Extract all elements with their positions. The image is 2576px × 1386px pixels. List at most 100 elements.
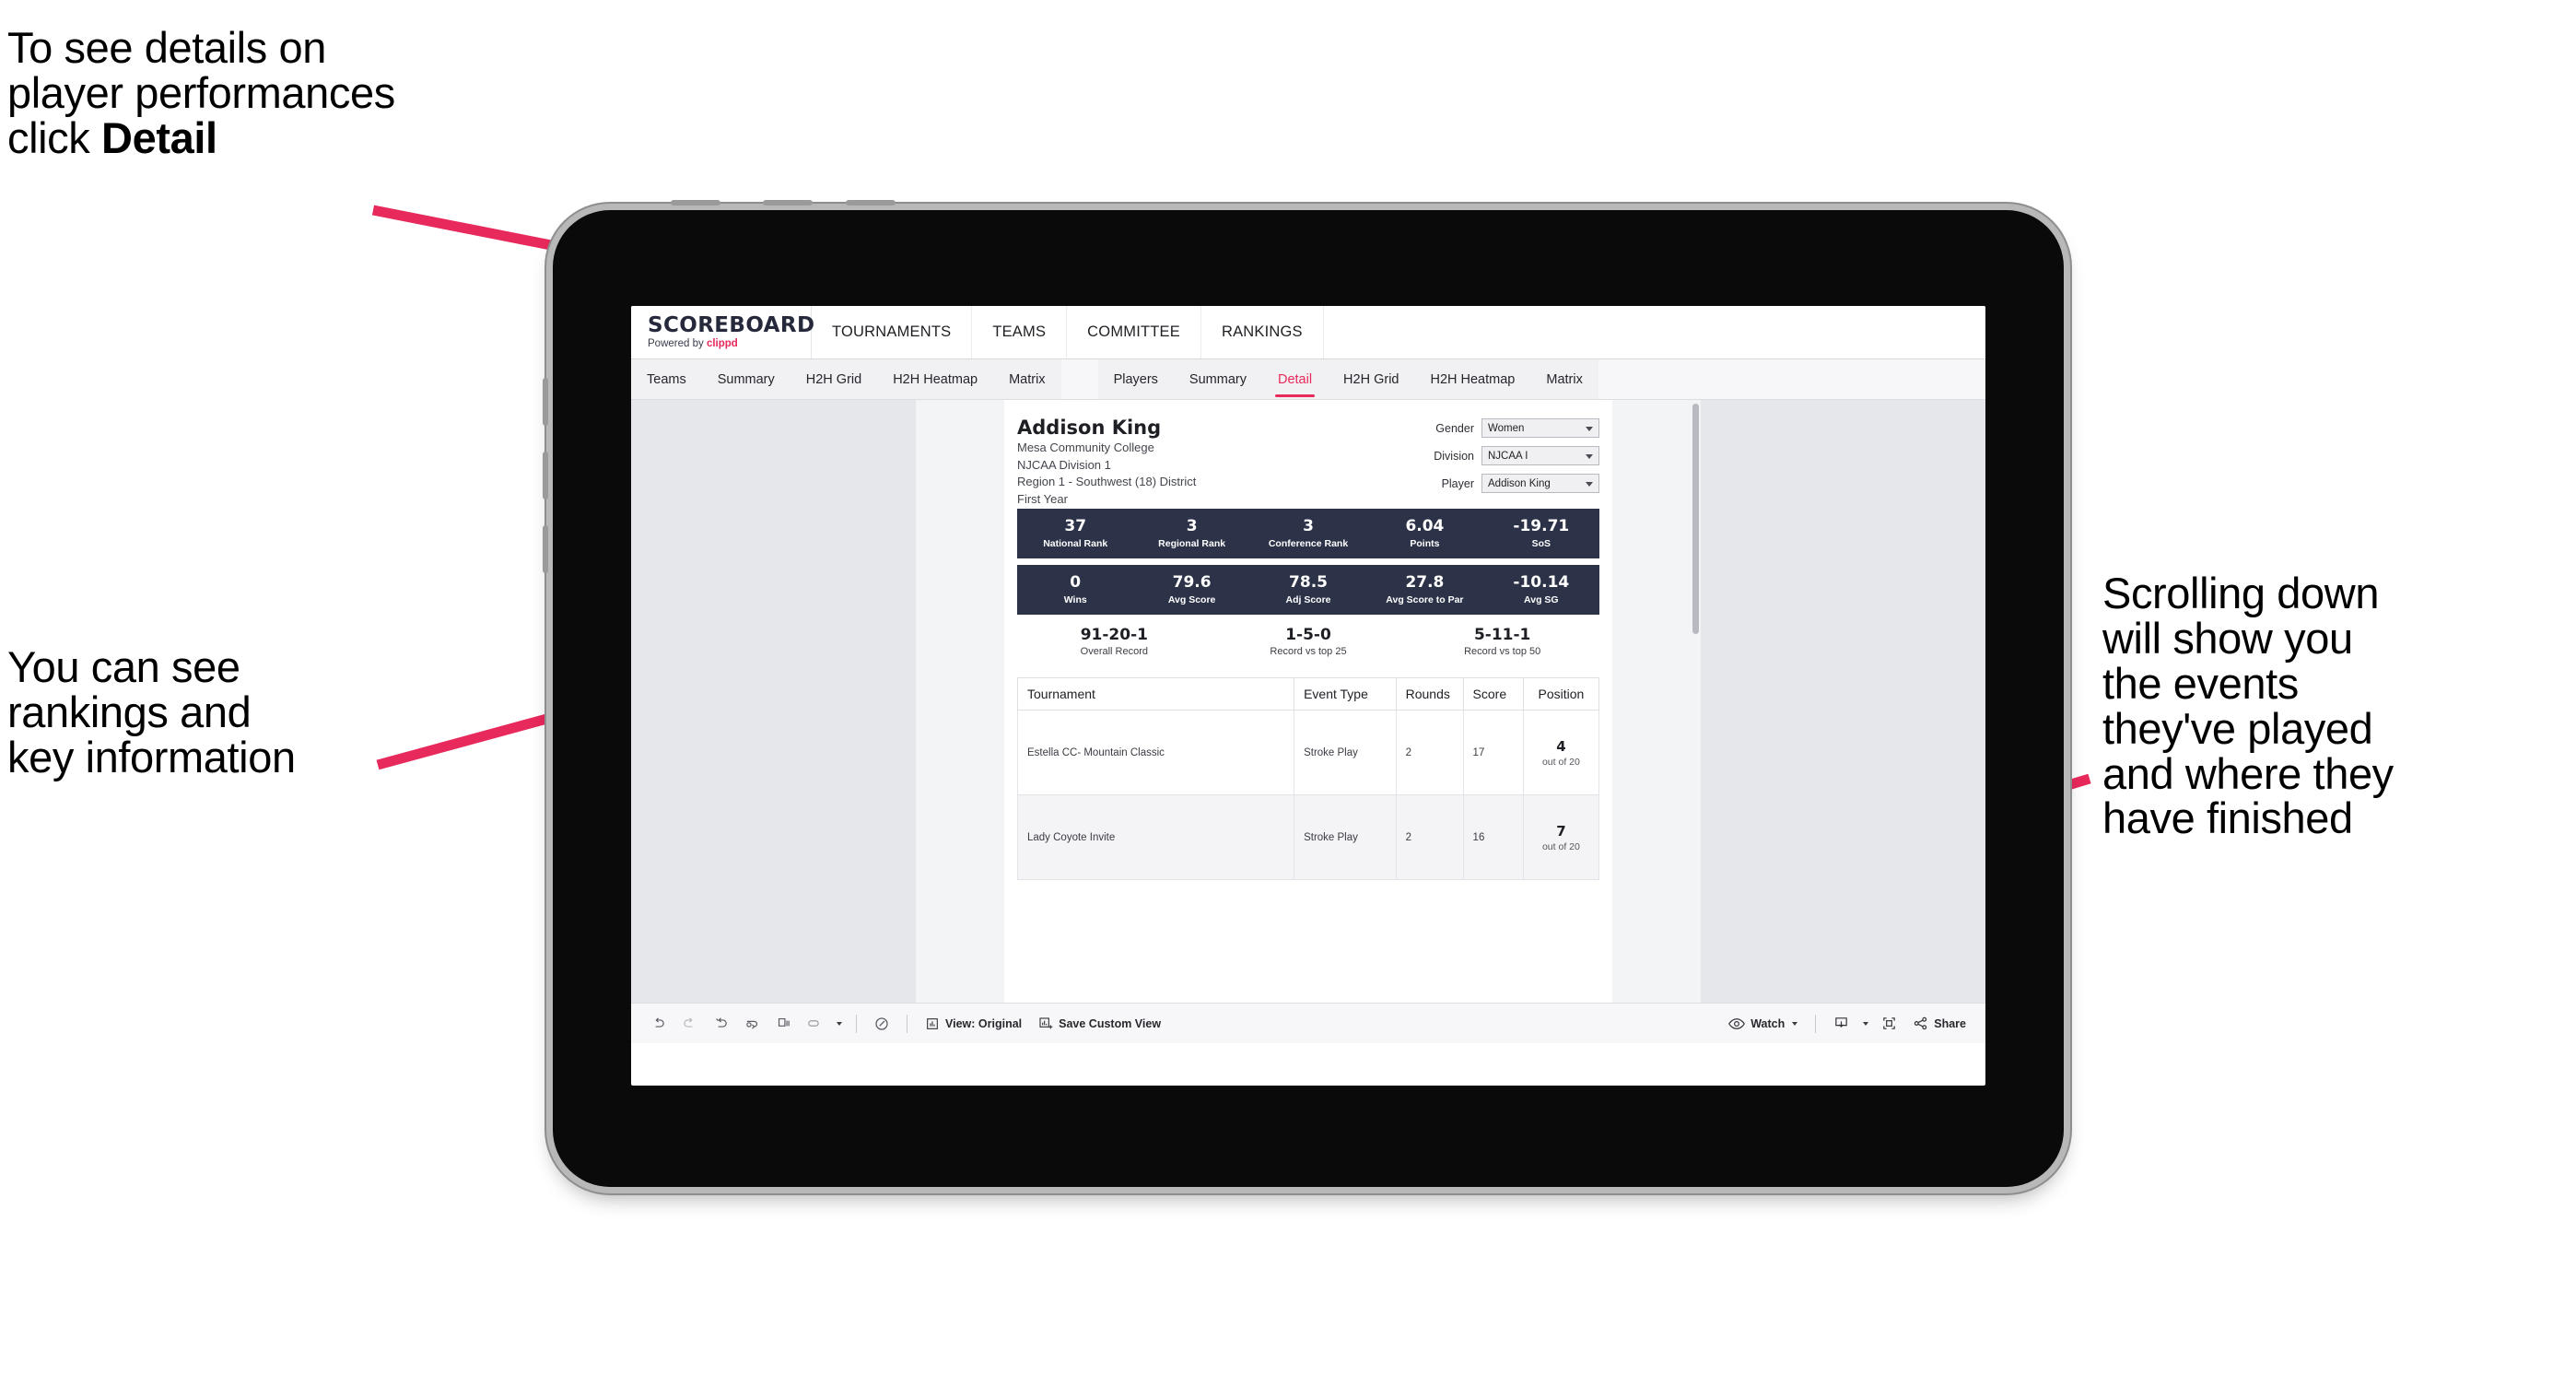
filter-gender-label: Gender (1435, 421, 1474, 435)
tab-teams-h2h-grid[interactable]: H2H Grid (790, 359, 877, 399)
table-header-row: Tournament Event Type Rounds Score Posit… (1016, 677, 1600, 711)
share-label: Share (1934, 1016, 1966, 1030)
stat-national-rank: 37 National Rank (1017, 518, 1133, 549)
view-original-button[interactable]: View: Original (917, 1010, 1030, 1038)
stats-bar-rankings: 37 National Rank 3 Regional Rank 3 Confe… (1017, 509, 1599, 559)
filter-division-value: NJCAA I (1488, 450, 1528, 462)
stat-label: Conference Rank (1268, 537, 1349, 549)
fullscreen-icon[interactable] (1873, 1010, 1904, 1038)
stat-label: Avg Score to Par (1386, 593, 1464, 605)
stat-value: 78.5 (1289, 573, 1328, 593)
stats-bar-scoring: 0 Wins 79.6 Avg Score 78.5 Adj Score 27.… (1017, 565, 1599, 616)
record-label: Record vs top 50 (1464, 646, 1541, 658)
top-navigation: TOURNAMENTS TEAMS COMMITTEE RANKINGS (812, 306, 1324, 358)
tab-teams-summary[interactable]: Summary (702, 359, 790, 399)
redo-icon[interactable] (673, 1010, 705, 1038)
annotation-mid-left: You can see rankings and key information (7, 642, 296, 781)
stat-conference-rank: 3 Conference Rank (1250, 518, 1366, 549)
revert-icon[interactable] (705, 1010, 736, 1038)
undo-icon[interactable] (642, 1010, 673, 1038)
download-icon[interactable] (1825, 1010, 1856, 1038)
watch-label: Watch (1751, 1016, 1786, 1030)
record-overall: 91-20-1 Overall Record (1017, 626, 1212, 657)
filter-division-label: Division (1434, 449, 1474, 463)
device-top-button (671, 200, 720, 206)
filter-panel: Gender Women Division NJCAA I Player Add… (1408, 417, 1599, 509)
tab-players-detail[interactable]: Detail (1262, 359, 1328, 399)
player-division: NJCAA Division 1 (1017, 457, 1111, 472)
tab-players-h2h-grid[interactable]: H2H Grid (1328, 359, 1414, 399)
table-header: Tournament Event Type Rounds Score Posit… (1016, 677, 1600, 711)
sub-navigation: Teams Summary H2H Grid H2H Heatmap Matri… (631, 359, 1985, 400)
position-number: 4 (1556, 737, 1566, 755)
tab-players-summary[interactable]: Summary (1174, 359, 1262, 399)
filter-division: Division NJCAA I (1408, 446, 1599, 465)
dashboard-canvas: Addison King Mesa Community College NJCA… (631, 400, 1985, 1003)
position-out-of: out of 20 (1541, 756, 1580, 768)
col-header-tournament: Tournament (1016, 677, 1295, 711)
position-out-of: out of 20 (1541, 840, 1580, 852)
player-detail-view: Addison King Mesa Community College NJCA… (1004, 400, 1612, 1003)
highlight-icon[interactable] (799, 1010, 830, 1038)
device-side-button (543, 525, 548, 573)
refresh-icon[interactable] (736, 1010, 767, 1038)
filter-player-select[interactable]: Addison King (1481, 474, 1599, 493)
stat-label: Avg SG (1524, 593, 1559, 605)
stat-wins: 0 Wins (1017, 574, 1133, 605)
stat-sos: -19.71 SoS (1483, 518, 1599, 549)
col-header-rounds: Rounds (1395, 677, 1464, 711)
table-row[interactable]: Estella CC- Mountain Classic Stroke Play… (1016, 710, 1600, 796)
save-custom-view-button[interactable]: Save Custom View (1030, 1010, 1169, 1038)
clippd-wordmark: clippd (706, 337, 738, 349)
player-region: Region 1 - Southwest (18) District (1017, 475, 1197, 489)
brand-title: SCOREBOARD (648, 312, 815, 337)
toolbar-divider (856, 1014, 857, 1033)
app-header: SCOREBOARD Powered by clippd TOURNAMENTS… (631, 306, 1985, 359)
tab-teams-matrix[interactable]: Matrix (993, 359, 1060, 399)
stat-value: -10.14 (1513, 573, 1570, 593)
tab-teams[interactable]: Teams (631, 359, 702, 399)
bottom-toolbar: View: Original Save Custom View Watch Sh… (631, 1003, 1985, 1043)
stat-value: 37 (1064, 517, 1087, 536)
chevron-down-icon (1586, 481, 1593, 487)
record-vs-top-25: 1-5-0 Record vs top 25 (1212, 626, 1406, 657)
powered-by-text: Powered by (648, 337, 707, 349)
share-button[interactable]: Share (1904, 1010, 1974, 1038)
brand-subtitle: Powered by clippd (648, 337, 811, 350)
watch-button[interactable]: Watch (1720, 1010, 1806, 1038)
tab-teams-h2h-heatmap[interactable]: H2H Heatmap (877, 359, 993, 399)
brand-logo[interactable]: SCOREBOARD Powered by clippd (631, 306, 815, 358)
clear-filters-icon[interactable] (866, 1010, 897, 1038)
nav-item-rankings[interactable]: RANKINGS (1201, 306, 1324, 358)
players-tab-group: Players Summary Detail H2H Grid H2H Heat… (1097, 359, 1598, 399)
device-top-button (763, 200, 813, 206)
stat-label: Avg Score (1167, 593, 1216, 605)
records-row: 91-20-1 Overall Record 1-5-0 Record vs t… (1017, 626, 1599, 657)
highlight-dropdown-icon[interactable] (830, 1010, 847, 1038)
col-header-position: Position (1522, 677, 1600, 711)
stat-label: National Rank (1043, 537, 1108, 549)
filter-player-value: Addison King (1488, 477, 1551, 489)
table-row[interactable]: Lady Coyote Invite Stroke Play 2 16 7 ou… (1016, 794, 1600, 881)
dashboard-sheet: Addison King Mesa Community College NJCA… (916, 400, 1701, 1003)
tab-players-h2h-heatmap[interactable]: H2H Heatmap (1414, 359, 1530, 399)
chevron-down-icon (837, 1021, 842, 1026)
vertical-scrollbar[interactable] (1692, 404, 1699, 634)
nav-item-tournaments[interactable]: TOURNAMENTS (812, 306, 973, 358)
toolbar-divider (1815, 1014, 1817, 1033)
record-label: Record vs top 25 (1270, 646, 1347, 658)
pause-auto-update-icon[interactable] (767, 1010, 799, 1038)
stat-label: Wins (1063, 593, 1087, 605)
nav-item-committee[interactable]: COMMITTEE (1067, 306, 1201, 358)
stat-avg-score-to-par: 27.8 Avg Score to Par (1366, 574, 1482, 605)
tab-players-matrix[interactable]: Matrix (1530, 359, 1598, 399)
tab-players[interactable]: Players (1098, 359, 1174, 399)
filter-division-select[interactable]: NJCAA I (1481, 446, 1599, 465)
stat-value: 0 (1070, 573, 1082, 593)
filter-player-label: Player (1441, 476, 1474, 490)
stat-label: Points (1410, 537, 1440, 549)
player-header: Addison King Mesa Community College NJCA… (1004, 413, 1612, 509)
nav-item-teams[interactable]: TEAMS (972, 306, 1068, 358)
download-dropdown-icon[interactable] (1856, 1010, 1873, 1038)
filter-gender-select[interactable]: Women (1481, 418, 1599, 438)
